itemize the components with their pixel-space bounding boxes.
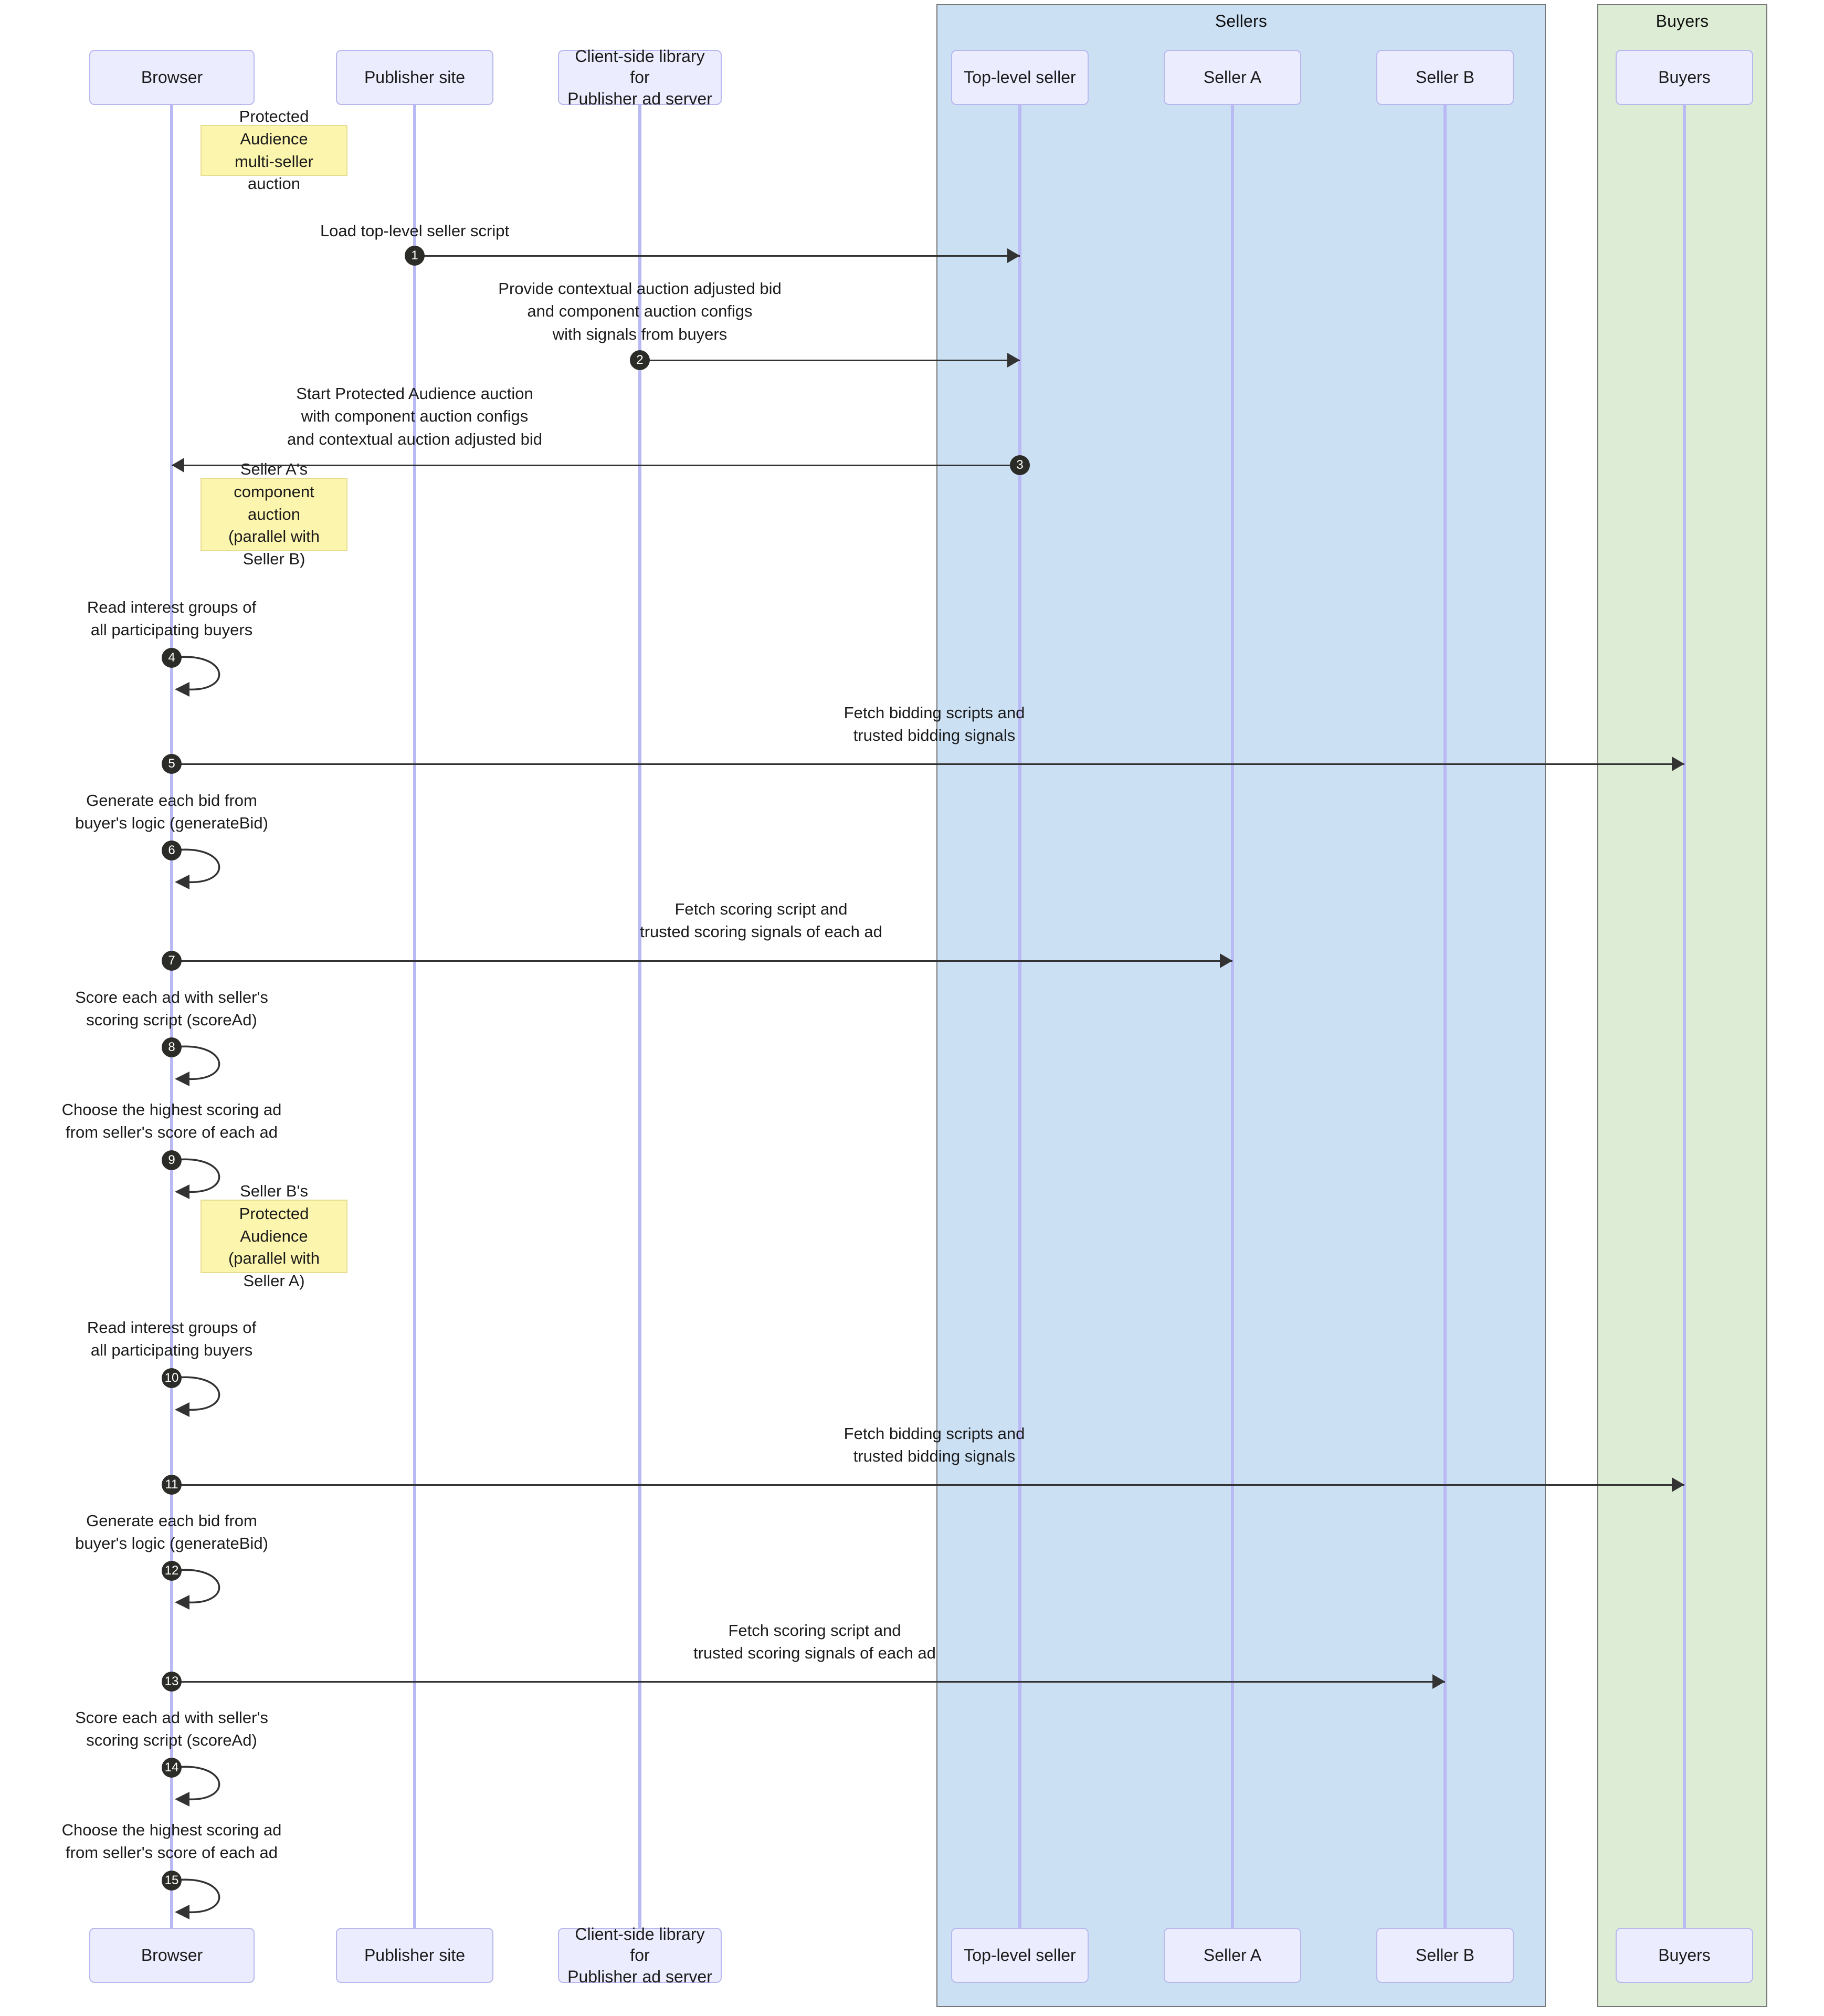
actor-sellera-bottom[interactable]: Seller A [1164, 1928, 1301, 1983]
message-sequence-number-10: 10 [162, 1368, 182, 1388]
actor-browser-top[interactable]: Browser [89, 50, 255, 105]
message-label-5: Fetch bidding scripts and trusted biddin… [844, 704, 1025, 745]
message-label-2: Provide contextual auction adjusted bid … [498, 279, 782, 343]
message-label-15: Choose the highest scoring ad from selle… [61, 1821, 282, 1862]
sequence-diagram-canvas: Sellers Buyers Browser Browser Publisher sit… [0, 0, 1824, 2016]
message-label-10: Read interest groups of all participatin… [87, 1318, 257, 1360]
message-sequence-number-6: 6 [162, 841, 182, 860]
message-self-loop-15 [172, 1877, 245, 1925]
message-line-1 [415, 255, 1020, 257]
message-self-loop-9 [172, 1157, 245, 1204]
message-self-loop-8 [172, 1044, 245, 1091]
message-arrowhead-7 [1220, 953, 1232, 968]
message-arrowhead-5 [1672, 757, 1684, 771]
message-arrowhead-1 [1007, 248, 1020, 263]
actor-topseller-top[interactable]: Top-level seller [951, 50, 1089, 105]
actor-topseller-bottom[interactable]: Top-level seller [951, 1928, 1089, 1983]
note-seller-a: Seller A's component auction (parallel w… [201, 460, 347, 568]
message-sequence-number-14: 14 [162, 1758, 182, 1778]
actor-sellerb-bottom[interactable]: Seller B [1376, 1928, 1514, 1983]
message-arrowhead-11 [1672, 1477, 1684, 1492]
message-arrowhead-2 [1007, 353, 1020, 368]
message-label-1: Load top-level seller script [320, 222, 510, 240]
message-sequence-number-12: 12 [162, 1561, 182, 1581]
message-sequence-number-9: 9 [162, 1150, 182, 1170]
message-sequence-number-8: 8 [162, 1037, 182, 1057]
message-line-7 [172, 960, 1232, 962]
message-self-loop-6 [172, 847, 245, 895]
message-label-8: Score each ad with seller's scoring scri… [75, 988, 268, 1030]
message-arrowhead-3 [172, 458, 184, 472]
message-line-3 [172, 465, 1020, 466]
message-label-14: Score each ad with seller's scoring scri… [75, 1708, 268, 1750]
actor-browser-bottom[interactable]: Browser [89, 1928, 255, 1983]
message-arrowhead-13 [1432, 1674, 1445, 1689]
message-line-13 [172, 1681, 1445, 1683]
message-label-11: Fetch bidding scripts and trusted biddin… [844, 1424, 1025, 1466]
lifeline-sellera [1231, 105, 1234, 1928]
actor-clientlib-bottom[interactable]: Client-side library for Publisher ad ser… [558, 1925, 722, 1986]
message-sequence-number-4: 4 [162, 648, 182, 668]
message-label-13: Fetch scoring script and trusted scoring… [693, 1621, 936, 1663]
lifeline-buyers [1683, 105, 1686, 1928]
message-sequence-number-3: 3 [1010, 455, 1030, 475]
group-box-sellers [936, 4, 1546, 2007]
message-sequence-number-7: 7 [162, 951, 182, 971]
message-line-11 [172, 1484, 1684, 1486]
message-label-4: Read interest groups of all participatin… [87, 598, 257, 639]
message-sequence-number-11: 11 [162, 1475, 182, 1495]
message-sequence-number-1: 1 [405, 246, 425, 266]
actor-sellerb-top[interactable]: Seller B [1376, 50, 1514, 105]
actor-clientlib-top[interactable]: Client-side library for Publisher ad ser… [558, 47, 722, 108]
actor-publisher-top[interactable]: Publisher site [336, 50, 493, 105]
message-label-12: Generate each bid from buyer's logic (ge… [75, 1511, 268, 1553]
message-sequence-number-13: 13 [162, 1672, 182, 1692]
group-label-buyers: Buyers [1656, 12, 1709, 30]
actor-buyers-bottom[interactable]: Buyers [1616, 1928, 1753, 1983]
lifeline-sellerb [1443, 105, 1447, 1928]
message-self-loop-10 [172, 1375, 245, 1422]
message-label-9: Choose the highest scoring ad from selle… [61, 1100, 282, 1142]
actor-sellera-top[interactable]: Seller A [1164, 50, 1301, 105]
message-sequence-number-15: 15 [162, 1871, 182, 1891]
message-self-loop-12 [172, 1568, 245, 1615]
note-seller-b: Seller B's Protected Audience (parallel … [201, 1182, 347, 1290]
message-self-loop-14 [172, 1765, 245, 1812]
actor-buyers-top[interactable]: Buyers [1616, 50, 1753, 105]
message-label-3: Start Protected Audience auction with co… [287, 384, 543, 448]
group-box-buyers [1597, 4, 1767, 2007]
lifeline-publisher [413, 105, 416, 1928]
actor-publisher-bottom[interactable]: Publisher site [336, 1928, 493, 1983]
message-self-loop-4 [172, 655, 245, 702]
message-line-2 [640, 360, 1020, 361]
message-label-6: Generate each bid from buyer's logic (ge… [75, 791, 268, 833]
message-sequence-number-2: 2 [630, 350, 650, 370]
message-label-7: Fetch scoring script and trusted scoring… [640, 900, 882, 941]
message-line-5 [172, 763, 1684, 765]
note-multi-seller: Protected Audience multi-seller auction [201, 107, 347, 193]
group-label-sellers: Sellers [1215, 12, 1268, 30]
message-sequence-number-5: 5 [162, 754, 182, 774]
